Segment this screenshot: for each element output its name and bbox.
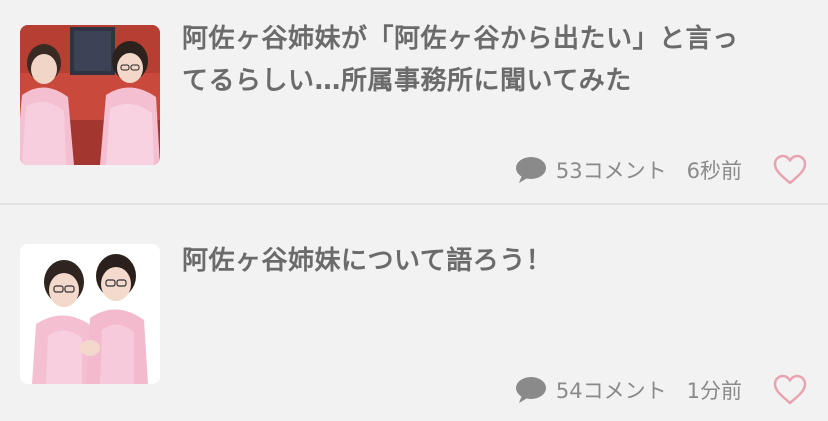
heart-outline-icon[interactable] — [772, 154, 808, 186]
topic-feed: 阿佐ヶ谷姉妹が「阿佐ヶ谷から出たい」と言っ てるらしい…所属事務所に聞いてみた … — [0, 0, 828, 421]
topic-meta: 53コメント 6秒前 — [514, 150, 808, 190]
topic-meta: 54コメント 1分前 — [514, 370, 808, 410]
comment-count[interactable]: 54コメント — [556, 375, 667, 405]
comment-bubble-icon — [514, 155, 548, 185]
topic-title-line-1: 阿佐ヶ谷姉妹について語ろう！ — [182, 246, 553, 276]
topic-card[interactable]: 阿佐ヶ谷姉妹について語ろう！ 54コメント 1分前 — [0, 206, 828, 421]
posted-time: 1分前 — [686, 379, 742, 403]
thumbnail-image-duo-portrait — [20, 244, 160, 384]
topic-title-line-2: てるらしい…所属事務所に聞いてみた — [182, 66, 632, 96]
topic-title-line-1: 阿佐ヶ谷姉妹が「阿佐ヶ谷から出たい」と言っ — [182, 24, 739, 54]
topic-card[interactable]: 阿佐ヶ谷姉妹が「阿佐ヶ谷から出たい」と言っ てるらしい…所属事務所に聞いてみた … — [0, 0, 828, 200]
topic-title[interactable]: 阿佐ヶ谷姉妹について語ろう！ — [182, 240, 812, 282]
comment-count[interactable]: 53コメント — [556, 155, 667, 185]
topic-title[interactable]: 阿佐ヶ谷姉妹が「阿佐ヶ谷から出たい」と言っ てるらしい…所属事務所に聞いてみた — [182, 18, 812, 102]
thumbnail-image-stage-performers — [20, 25, 160, 165]
topic-thumbnail[interactable] — [20, 25, 160, 165]
comment-bubble-icon — [514, 375, 548, 405]
item-divider — [0, 203, 828, 205]
topic-thumbnail[interactable] — [20, 244, 160, 384]
posted-time: 6秒前 — [686, 159, 742, 183]
heart-outline-icon[interactable] — [772, 374, 808, 406]
